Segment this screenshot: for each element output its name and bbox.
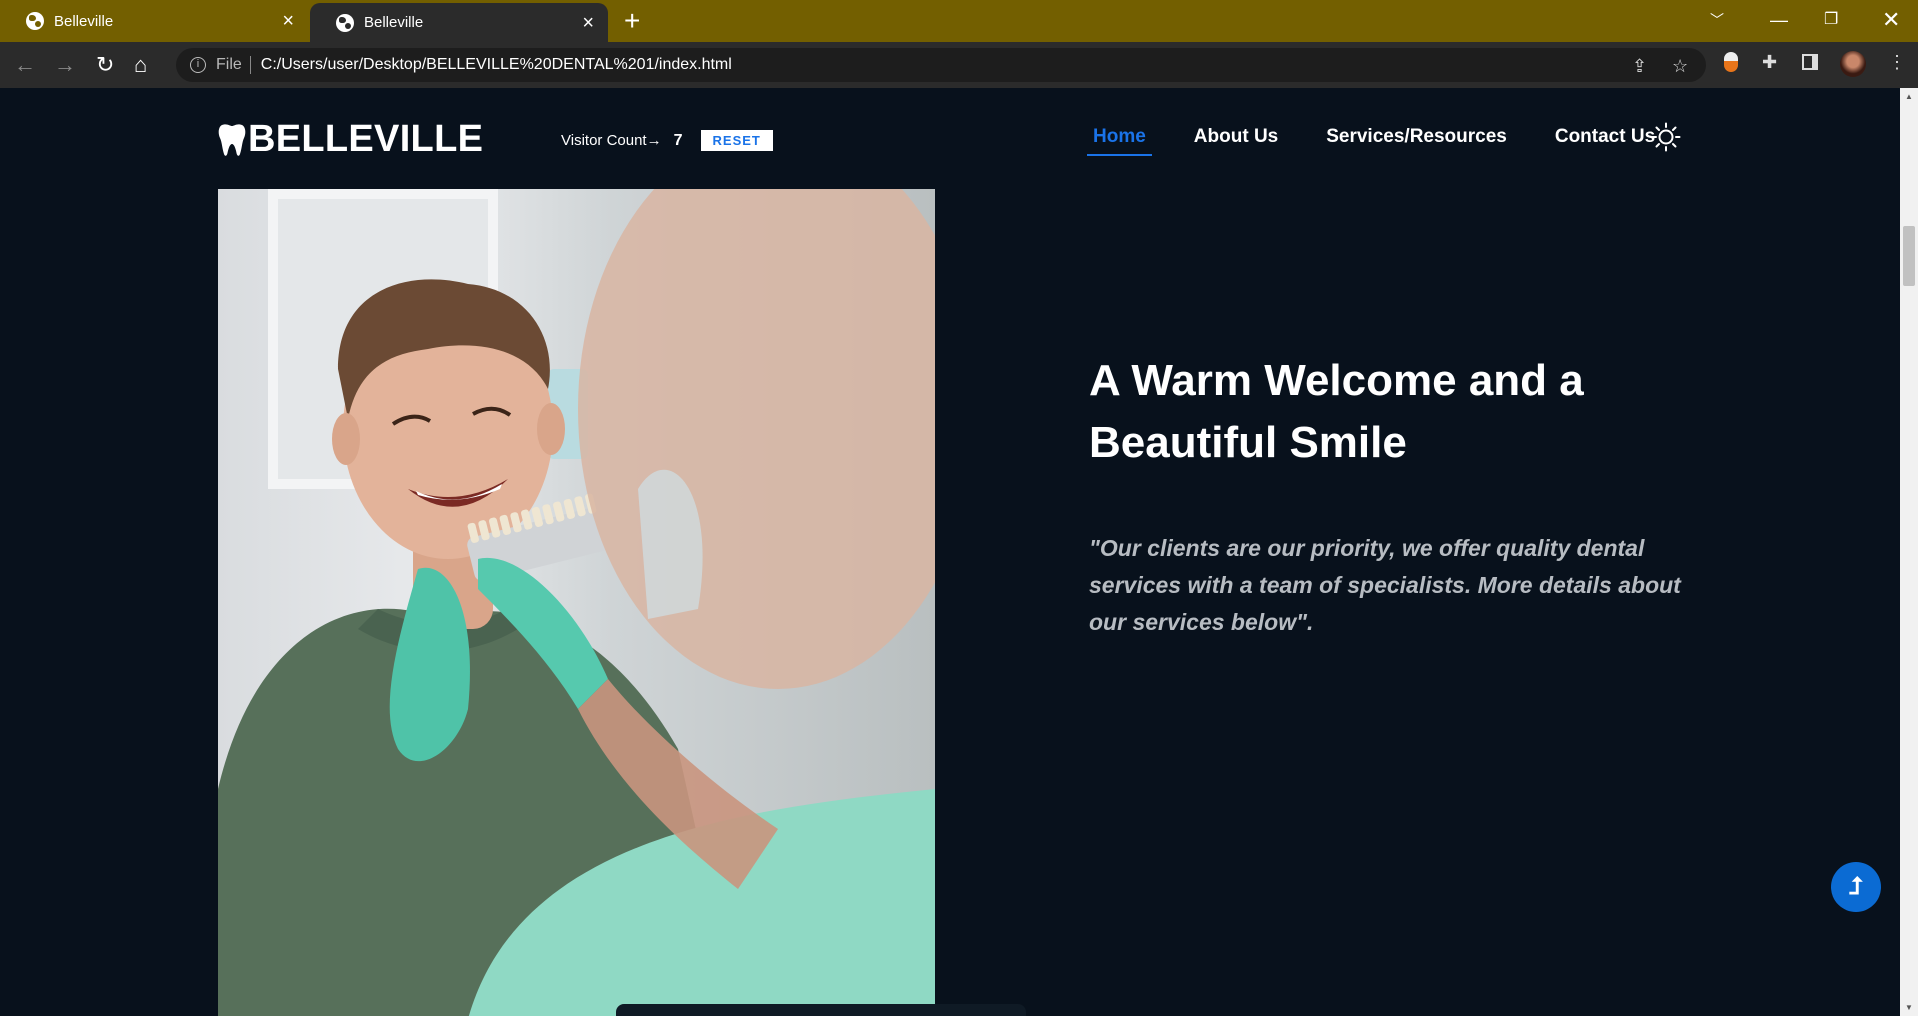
new-tab-button[interactable]: +	[624, 6, 640, 36]
reset-button[interactable]: RESET	[700, 130, 773, 151]
headline-bold-welcome: Welcome	[1264, 356, 1457, 405]
browser-tab-2[interactable]: Belleville ×	[310, 3, 608, 42]
headline-bold-smile: Smile	[1289, 418, 1407, 467]
nav-about-us[interactable]: About Us	[1188, 126, 1284, 156]
scroll-down-icon[interactable]: ▼	[1905, 1003, 1913, 1012]
browser-toolbar: ← → ↻ ⌂ i File C:/Users/user/Desktop/BEL…	[0, 42, 1918, 88]
url-text[interactable]: C:/Users/user/Desktop/BELLEVILLE%20DENTA…	[261, 56, 732, 74]
scroll-up-icon[interactable]: ▲	[1905, 92, 1913, 101]
restore-icon[interactable]: ❐	[1824, 6, 1838, 34]
webpage: BELLEVILLE Visitor Count→ 7 RESET Home A…	[0, 88, 1900, 1016]
divider	[249, 56, 251, 74]
browser-tab-1[interactable]: Belleville ×	[0, 0, 308, 42]
side-panel-icon[interactable]	[1802, 54, 1818, 70]
bookmark-star-icon[interactable]: ☆	[1672, 56, 1688, 76]
url-scheme: File	[216, 56, 242, 73]
hero-headline: A Warm Welcome and a Beautiful Smile	[1089, 350, 1649, 474]
visitor-count: 7	[673, 131, 683, 149]
globe-icon	[336, 13, 354, 32]
menu-kebab-icon[interactable]: ⋮	[1888, 52, 1906, 73]
minimize-icon[interactable]: —	[1770, 6, 1788, 34]
tooth-icon	[218, 123, 246, 156]
address-bar[interactable]: i File C:/Users/user/Desktop/BELLEVILLE%…	[176, 48, 1706, 82]
scroll-to-top-button[interactable]: ⮥	[1831, 862, 1881, 912]
page-scrollbar[interactable]: ▲ ▼	[1900, 88, 1918, 1016]
tab-search-icon[interactable]: ﹀	[1710, 6, 1724, 34]
tab-title: Belleville	[364, 14, 424, 31]
close-tab-icon[interactable]: ×	[282, 11, 294, 31]
hero-photo	[218, 189, 935, 1016]
info-icon[interactable]: i	[190, 57, 206, 73]
extension-icon[interactable]	[1724, 52, 1738, 72]
headline-text: A Warm	[1089, 356, 1265, 405]
bottom-panel	[616, 1004, 1026, 1016]
nav-contact-us[interactable]: Contact Us	[1549, 126, 1661, 156]
dentist-patient-illustration	[218, 189, 935, 1016]
hero-quote: "Our clients are our priority, we offer …	[1089, 535, 1681, 635]
close-window-icon[interactable]: ✕	[1882, 6, 1900, 34]
puzzle-extensions-icon[interactable]: ✚	[1762, 52, 1777, 73]
forward-icon[interactable]: →	[54, 50, 76, 80]
home-icon[interactable]: ⌂	[134, 50, 147, 80]
scrollbar-thumb[interactable]	[1903, 226, 1915, 286]
reload-icon[interactable]: ↻	[96, 50, 114, 80]
profile-avatar[interactable]	[1840, 51, 1866, 77]
tab-title: Belleville	[54, 12, 114, 30]
main-nav: Home About Us Services/Resources Contact…	[1087, 126, 1697, 156]
logo-text: BELLEVILLE	[248, 118, 484, 160]
visitor-label: Visitor Count→	[561, 132, 662, 149]
tab-strip: Belleville × Belleville × + ﹀ — ❐ ✕	[0, 0, 1918, 42]
share-icon[interactable]: ⇪	[1632, 56, 1647, 76]
nav-home[interactable]: Home	[1087, 126, 1152, 156]
sun-icon[interactable]	[1651, 122, 1681, 152]
back-icon[interactable]: ←	[14, 50, 36, 80]
globe-icon	[26, 12, 44, 30]
nav-services-resources[interactable]: Services/Resources	[1320, 126, 1513, 156]
visitor-counter: Visitor Count→ 7 RESET	[561, 130, 773, 151]
close-tab-icon[interactable]: ×	[582, 13, 594, 33]
site-logo[interactable]: BELLEVILLE	[218, 118, 483, 161]
